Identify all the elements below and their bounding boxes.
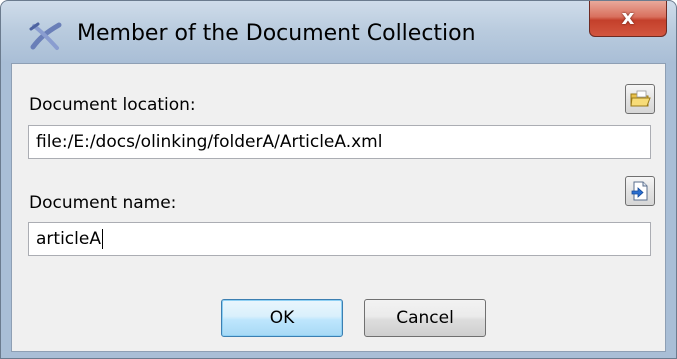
title-bar[interactable]: Member of the Document Collection x (1, 1, 676, 63)
window-title: Member of the Document Collection (77, 21, 476, 46)
document-location-label: Document location: (29, 95, 196, 115)
document-location-value: file:/E:/docs/olinking/folderA/ArticleA.… (36, 132, 383, 152)
insert-document-button[interactable] (625, 176, 655, 206)
document-location-field[interactable]: file:/E:/docs/olinking/folderA/ArticleA.… (28, 125, 651, 159)
insert-document-icon (631, 181, 648, 201)
ok-button[interactable]: OK (221, 299, 343, 337)
cancel-button[interactable]: Cancel (364, 299, 486, 337)
close-button[interactable]: x (589, 1, 667, 37)
document-name-field[interactable]: articleA (28, 222, 651, 256)
document-name-value: articleA (36, 229, 101, 249)
close-icon: x (621, 5, 635, 29)
oxygen-x-icon (29, 21, 63, 51)
dialog-window: Member of the Document Collection x Docu… (0, 0, 677, 359)
document-name-label: Document name: (29, 193, 177, 213)
folder-icon (630, 90, 651, 107)
text-caret (101, 229, 103, 249)
browse-location-button[interactable] (625, 84, 655, 114)
dialog-body: Document location: file:/E:/docs/olinkin… (11, 63, 666, 352)
